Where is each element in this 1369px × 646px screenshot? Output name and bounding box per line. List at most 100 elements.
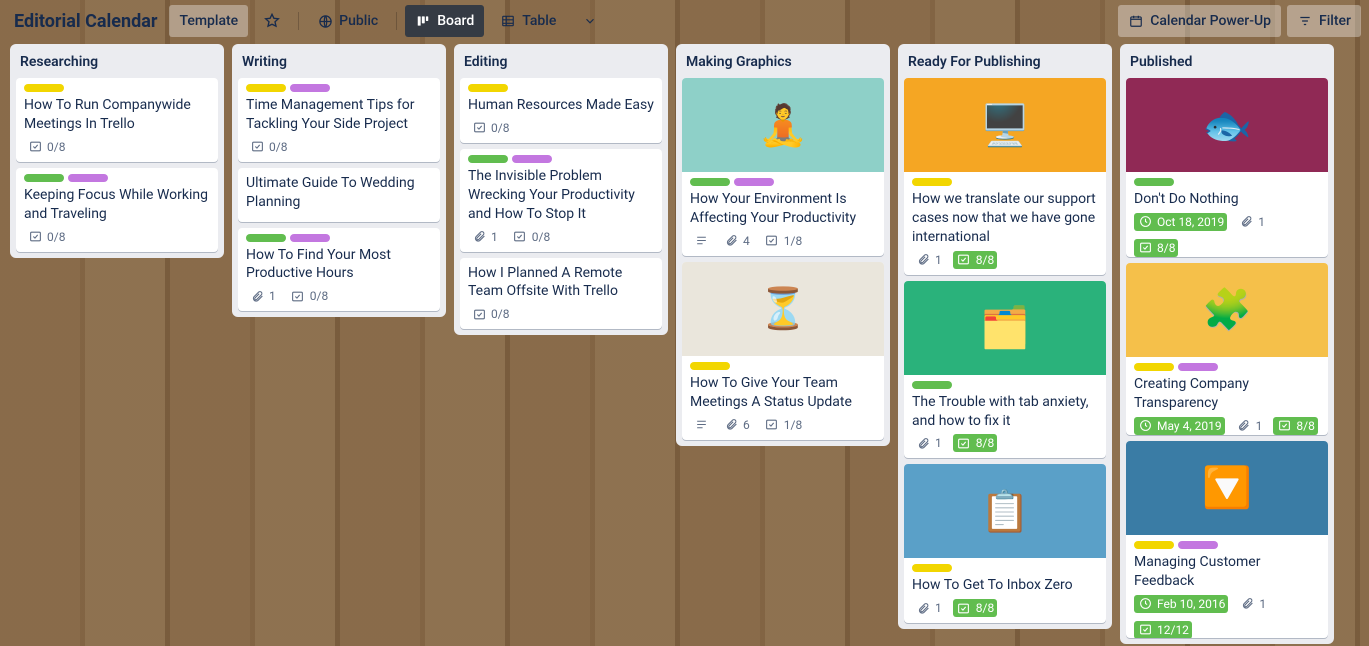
attachment-icon [1239, 596, 1255, 612]
card-badges: 10/8 [246, 287, 432, 305]
card-title: How I Planned A Remote Team Offsite With… [468, 264, 654, 302]
card[interactable]: Keeping Focus While Working and Travelin… [16, 168, 218, 252]
checklist-badge: 0/8 [24, 228, 68, 246]
list: Making Graphics 🧘How Your Environment Is … [676, 44, 890, 446]
attachment-badge: 1 [468, 228, 501, 246]
card[interactable]: How I Planned A Remote Team Offsite With… [460, 258, 662, 330]
card-labels[interactable] [468, 84, 654, 92]
filter-button[interactable]: Filter [1287, 5, 1361, 37]
list-title[interactable]: Ready For Publishing [904, 50, 1106, 72]
card[interactable]: Ultimate Guide To Wedding Planning [238, 168, 440, 222]
card-badges: 0/8 [468, 119, 654, 137]
list-title[interactable]: Writing [238, 50, 440, 72]
card-badges: Oct 18, 201918/8 [1134, 213, 1320, 257]
card-badges: 1 0/8 [468, 228, 654, 246]
attachment-icon [1238, 214, 1254, 230]
board-view-button[interactable]: Board [405, 5, 484, 37]
card-title: Ultimate Guide To Wedding Planning [246, 174, 432, 212]
visibility-label: Public [339, 13, 378, 29]
attachment-badge: 1 [1235, 213, 1268, 231]
card[interactable]: Time Management Tips for Tackling Your S… [238, 78, 440, 162]
calendar-powerup-button[interactable]: Calendar Power-Up [1118, 5, 1281, 37]
view-switcher-dropdown[interactable] [572, 5, 608, 37]
checklist-badge: 0/8 [509, 228, 553, 246]
star-button[interactable] [254, 5, 290, 37]
card-labels[interactable] [912, 564, 1098, 572]
checklist-badge: 0/8 [468, 305, 512, 323]
card-labels[interactable] [246, 234, 432, 242]
checklist-icon [249, 139, 265, 155]
card-cover: 🐟 [1126, 78, 1328, 172]
attachment-badge: 4 [720, 232, 753, 250]
label-green [912, 381, 952, 389]
topbar: Editorial Calendar Template Public Board… [0, 0, 1369, 42]
card[interactable]: 🔽Managing Customer FeedbackFeb 10, 20161… [1126, 441, 1328, 638]
card-labels[interactable] [912, 381, 1098, 389]
checklist-badge: 8/8 [1134, 239, 1178, 257]
attachment-badge: 1 [912, 251, 945, 269]
label-purple [734, 178, 774, 186]
attachment-icon [723, 233, 739, 249]
card-title: The Invisible Problem Wrecking Your Prod… [468, 167, 654, 224]
card-title: Keeping Focus While Working and Travelin… [24, 186, 210, 224]
template-badge[interactable]: Template [169, 5, 248, 37]
card[interactable]: 🧩Creating Company TransparencyMay 4, 201… [1126, 263, 1328, 435]
attachment-icon [249, 288, 265, 304]
card-cover: 🖥️ [904, 78, 1106, 172]
card[interactable]: How To Find Your Most Productive Hours10… [238, 228, 440, 312]
attachment-icon [915, 435, 931, 451]
board-view-label: Board [437, 13, 474, 29]
list-title[interactable]: Published [1126, 50, 1328, 72]
card-labels[interactable] [468, 155, 654, 163]
list-title[interactable]: Researching [16, 50, 218, 72]
checklist-icon [290, 288, 306, 304]
card-title: How we translate our support cases now t… [912, 190, 1098, 247]
visibility-button[interactable]: Public [307, 5, 388, 37]
card-labels[interactable] [1134, 363, 1320, 371]
attachment-icon [915, 600, 931, 616]
checklist-badge: 0/8 [468, 119, 512, 137]
label-green [468, 155, 508, 163]
card[interactable]: 🐟Don't Do NothingOct 18, 201918/8 [1126, 78, 1328, 257]
card[interactable]: 🖥️ How we translate our support cases now… [904, 78, 1106, 275]
card-labels[interactable] [246, 84, 432, 92]
card-title: Creating Company Transparency [1134, 375, 1320, 413]
checklist-badge: 8/8 [953, 599, 997, 617]
list-title[interactable]: Making Graphics [682, 50, 884, 72]
card-labels[interactable] [912, 178, 1098, 186]
chevron-down-icon [582, 13, 598, 29]
checklist-badge: 0/8 [24, 138, 68, 156]
description-icon [693, 233, 709, 249]
card-labels[interactable] [24, 174, 210, 182]
card[interactable]: 🗂️The Trouble with tab anxiety, and how … [904, 281, 1106, 459]
list: Researching How To Run Companywide Meetin… [10, 44, 224, 258]
card-title: How To Run Companywide Meetings In Trell… [24, 96, 210, 134]
filter-label: Filter [1319, 13, 1351, 29]
card[interactable]: 📋How To Get To Inbox Zero18/8 [904, 464, 1106, 623]
card[interactable]: How To Run Companywide Meetings In Trell… [16, 78, 218, 162]
attachment-badge: 1 [246, 287, 279, 305]
board-title[interactable]: Editorial Calendar [8, 9, 163, 34]
card-title: How Your Environment Is Affecting Your P… [690, 190, 876, 228]
card-labels[interactable] [1134, 541, 1320, 549]
card-labels[interactable] [24, 84, 210, 92]
card-title: Managing Customer Feedback [1134, 553, 1320, 591]
card[interactable]: 🧘How Your Environment Is Affecting Your … [682, 78, 884, 256]
list-title[interactable]: Editing [460, 50, 662, 72]
label-yellow [24, 84, 64, 92]
card[interactable]: Human Resources Made Easy0/8 [460, 78, 662, 143]
card[interactable]: ⏳How To Give Your Team Meetings A Status… [682, 262, 884, 440]
checklist-icon [1137, 622, 1153, 638]
table-view-button[interactable]: Table [490, 5, 566, 37]
card-cover: 🧩 [1126, 263, 1328, 357]
list: Writing Time Management Tips for Tackling… [232, 44, 446, 317]
checklist-icon [27, 229, 43, 245]
checklist-icon [956, 252, 972, 268]
card-labels[interactable] [690, 362, 876, 370]
card-badges: 41/8 [690, 232, 876, 250]
checklist-icon [1276, 418, 1292, 434]
card-labels[interactable] [1134, 178, 1320, 186]
card-badges: 0/8 [246, 138, 432, 156]
card[interactable]: The Invisible Problem Wrecking Your Prod… [460, 149, 662, 252]
card-labels[interactable] [690, 178, 876, 186]
